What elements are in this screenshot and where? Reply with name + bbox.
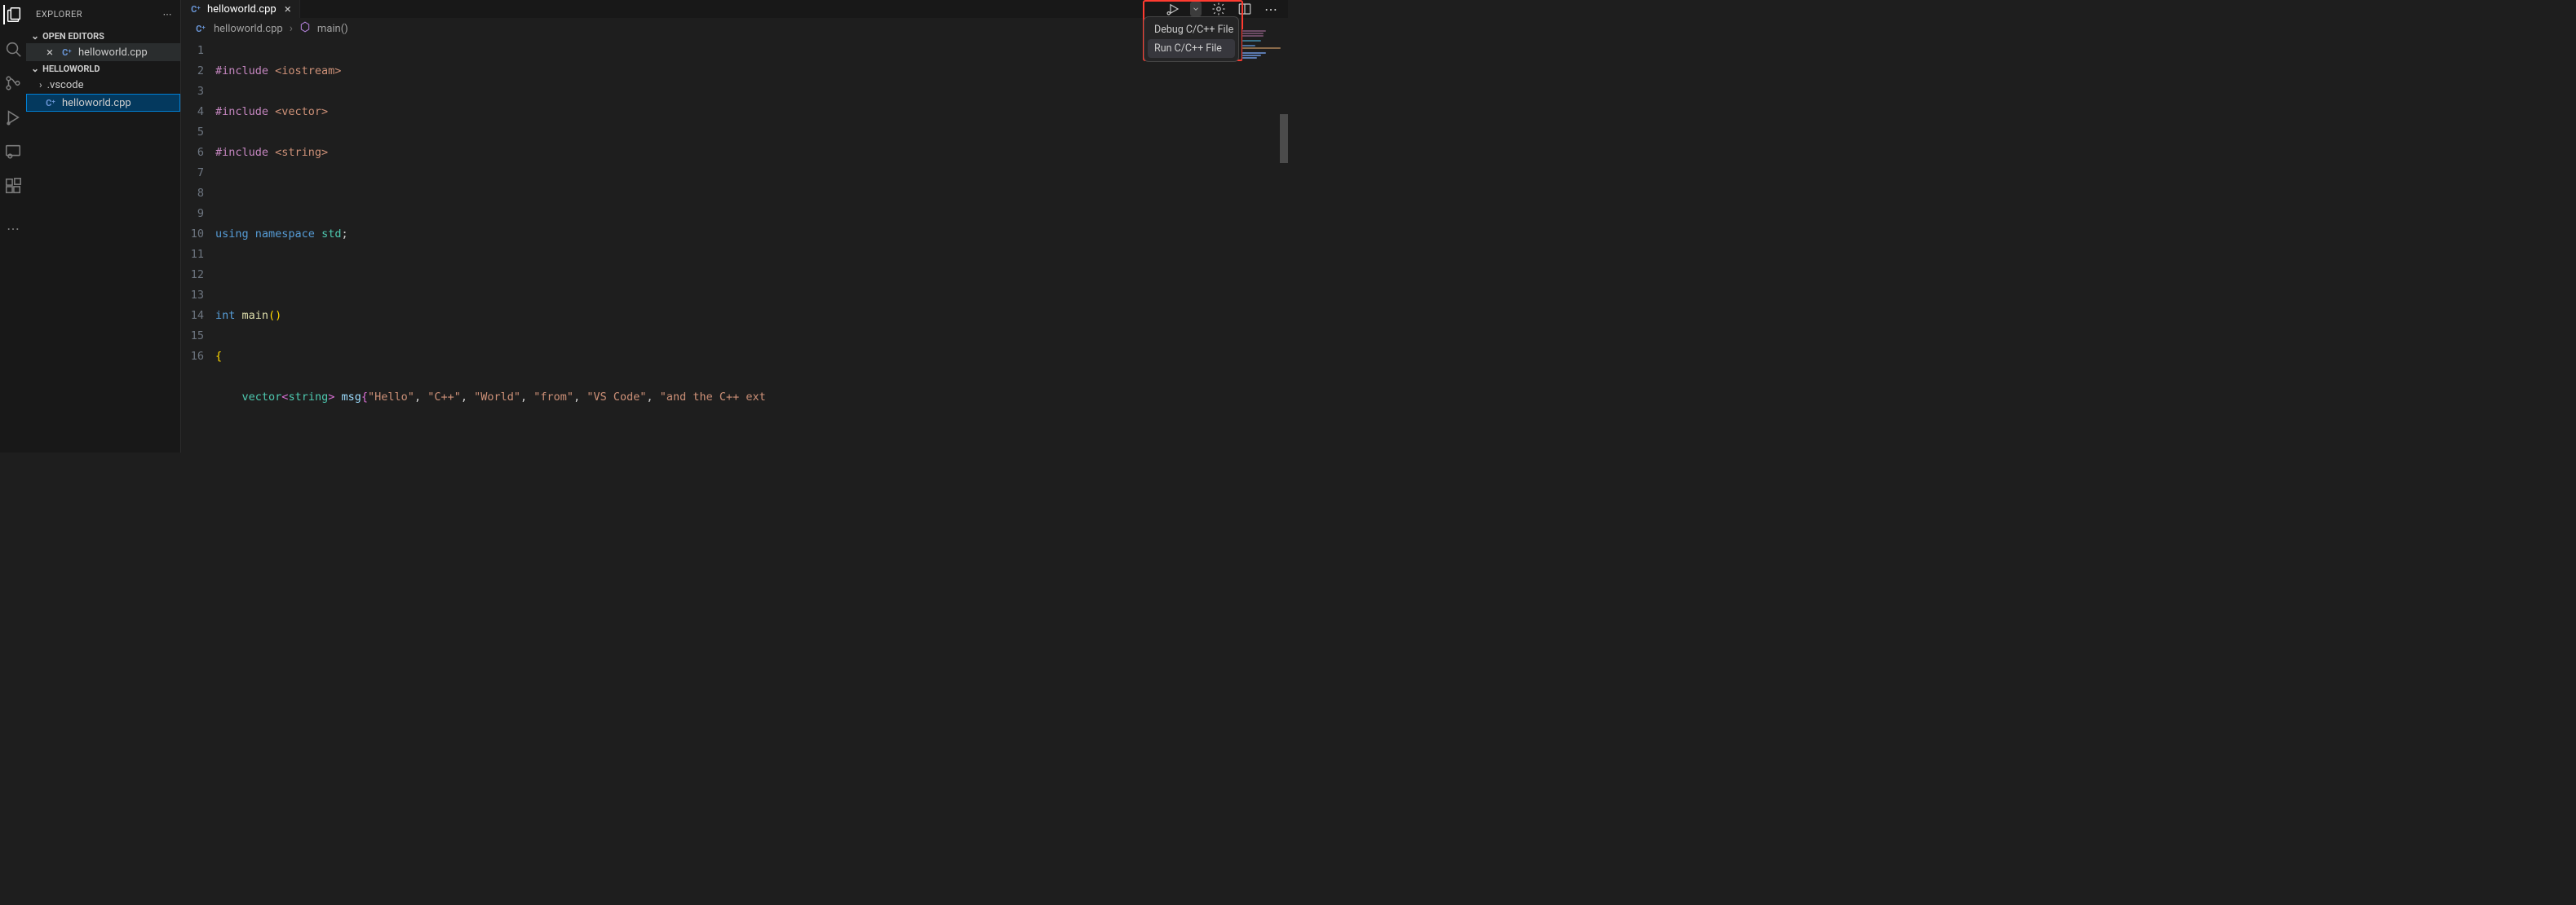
more-icon[interactable]: ⋯ [1262,0,1280,18]
cpp-file-icon: C⁺ [194,22,207,35]
breadcrumb-file[interactable]: helloworld.cpp [214,23,283,35]
open-editors-label: OPEN EDITORS [42,31,104,42]
gear-icon[interactable] [1210,0,1228,18]
run-cpp-item[interactable]: Run C/C++ File [1148,39,1235,58]
explorer-header: EXPLORER ⋯ [26,0,180,29]
chevron-down-icon: ⌄ [31,63,39,74]
folder-label: HELLOWORLD [42,64,100,74]
breadcrumb-symbol[interactable]: main() [317,23,348,35]
chevron-right-icon: › [290,22,293,35]
cpp-file-icon: C⁺ [60,46,73,59]
explorer-panel: EXPLORER ⋯ ⌄ OPEN EDITORS × C⁺ helloworl… [26,0,181,452]
close-icon[interactable]: × [44,46,55,59]
search-icon[interactable] [3,39,23,59]
tabs-row: C⁺ helloworld.cpp × ⋯ [181,0,1288,18]
run-dropdown-chevron[interactable] [1190,2,1202,16]
remote-explorer-icon[interactable] [3,142,23,161]
split-editor-icon[interactable] [1236,0,1254,18]
folder-name: .vscode [47,79,84,91]
file-name: helloworld.cpp [62,97,131,109]
extensions-icon[interactable] [3,176,23,196]
symbol-method-icon [299,21,311,36]
explorer-icon[interactable] [3,5,23,24]
code-lines[interactable]: #include <iostream> #include <vector> #i… [215,41,766,452]
editor-actions: ⋯ [1164,0,1288,18]
folder-section[interactable]: ⌄ HELLOWORLD [26,61,180,76]
run-play-icon[interactable] [1164,0,1182,18]
chevron-right-icon: › [39,79,42,90]
debug-cpp-item[interactable]: Debug C/C++ File [1148,20,1235,39]
minimap[interactable] [1242,29,1285,70]
open-editor-filename: helloworld.cpp [78,46,148,59]
chevron-down-icon: ⌄ [31,30,39,42]
breadcrumbs[interactable]: C⁺ helloworld.cpp › main() [181,18,1288,39]
vertical-scrollbar[interactable] [1280,114,1288,163]
line-gutter: 1234 5678 9101112 13141516 [181,41,215,452]
activity-bar: ⋯ [0,0,26,452]
run-debug-icon[interactable] [3,108,23,127]
cpp-file-icon: C⁺ [189,2,202,15]
tab-helloworld[interactable]: C⁺ helloworld.cpp × [181,0,300,18]
open-editor-item[interactable]: × C⁺ helloworld.cpp [26,43,180,61]
code-editor[interactable]: 1234 5678 9101112 13141516 #include <ios… [181,39,1288,452]
cpp-file-icon: C⁺ [44,96,57,109]
tree-file-helloworld[interactable]: C⁺ helloworld.cpp [26,94,180,112]
tab-label: helloworld.cpp [207,3,277,15]
more-icon[interactable]: ⋯ [163,9,173,20]
open-editors-section[interactable]: ⌄ OPEN EDITORS [26,29,180,43]
close-icon[interactable]: × [285,2,291,16]
tree-folder-vscode[interactable]: › .vscode [26,76,180,94]
explorer-title: EXPLORER [36,9,82,20]
source-control-icon[interactable] [3,73,23,93]
editor-area: C⁺ helloworld.cpp × ⋯ Debug C/C++ File R… [181,0,1288,452]
more-icon[interactable]: ⋯ [3,219,23,238]
run-dropdown-menu: Debug C/C++ File Run C/C++ File [1144,16,1239,62]
